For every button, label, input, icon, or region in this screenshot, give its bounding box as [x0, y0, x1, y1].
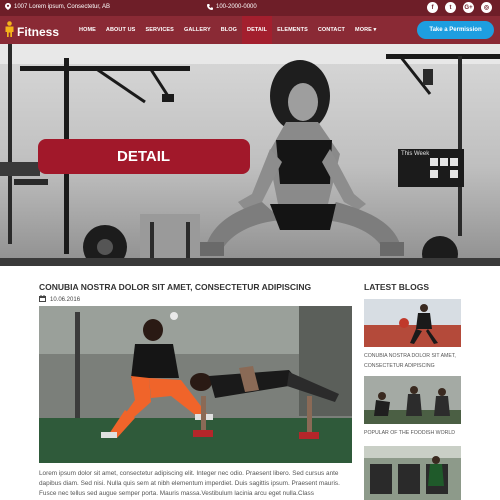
brand-logo[interactable]: Fitness	[4, 21, 59, 42]
nav-item-services[interactable]: SERVICES	[140, 16, 179, 44]
blog-thumbnail-3[interactable]	[364, 446, 461, 500]
nav-item-blog[interactable]: BLOG	[216, 16, 242, 44]
nav-item-home[interactable]: HOME	[74, 16, 101, 44]
blog-thumbnail-2[interactable]	[364, 376, 461, 424]
article-date-text: 10.06.2016	[50, 296, 81, 303]
blog-thumbnail-1[interactable]	[364, 299, 461, 347]
person-logo-icon	[4, 21, 15, 42]
article-image	[39, 306, 352, 463]
phone-text: 100-2000-0000	[216, 3, 257, 10]
calendar-icon	[39, 295, 46, 304]
twitter-icon[interactable]: t	[445, 2, 456, 13]
address-info: 1007 Lorem ipsum, Consectetur, AB	[4, 3, 110, 10]
nav-item-gallery[interactable]: GALLERY	[179, 16, 216, 44]
page-title-banner: DETAIL	[38, 139, 250, 174]
location-pin-icon	[4, 3, 11, 10]
blog-caption-2[interactable]: POPULAR OF THE FOODISH WORLD	[364, 429, 474, 439]
article-date: 10.06.2016	[39, 295, 80, 304]
nav-item-about-us[interactable]: ABOUT US	[101, 16, 141, 44]
main-navbar: Fitness HOME ABOUT US SERVICES GALLERY B…	[0, 16, 500, 44]
address-text: 1007 Lorem ipsum, Consectetur, AB	[14, 3, 111, 10]
brand-name: Fitness	[17, 24, 60, 39]
whiteboard-text: This Week	[401, 151, 430, 157]
article-body: Lorem ipsum dolor sit amet, consectetur …	[39, 470, 340, 497]
article-title[interactable]: CONUBIA NOSTRA DOLOR SIT AMET, CONSECTET…	[39, 282, 311, 292]
google-plus-icon[interactable]: G+	[463, 2, 474, 13]
nav-item-contact[interactable]: CONTACT	[313, 16, 350, 44]
latest-blogs-heading: LATEST BLOGS	[364, 282, 430, 292]
nav-item-more[interactable]: MORE ▾	[350, 16, 381, 44]
blog-caption-1[interactable]: CONUBIA NOSTRA DOLOR SIT AMET, CONSECTET…	[364, 352, 474, 371]
nav-item-detail[interactable]: DETAIL	[242, 16, 273, 44]
top-info-bar: 1007 Lorem ipsum, Consectetur, AB 100-20…	[0, 0, 500, 16]
nav-item-elements[interactable]: ELEMENTS	[272, 16, 313, 44]
nav-menu: HOME ABOUT US SERVICES GALLERY BLOG DETA…	[74, 16, 381, 44]
facebook-icon[interactable]: f	[427, 2, 438, 13]
phone-info: 100-2000-0000	[206, 3, 257, 10]
take-permission-button[interactable]: Take a Permission	[417, 21, 494, 39]
social-links: f t G+ ◎	[427, 2, 492, 13]
phone-icon	[206, 3, 213, 10]
hero-banner: This Week DETAIL	[0, 44, 500, 266]
instagram-icon[interactable]: ◎	[481, 2, 492, 13]
